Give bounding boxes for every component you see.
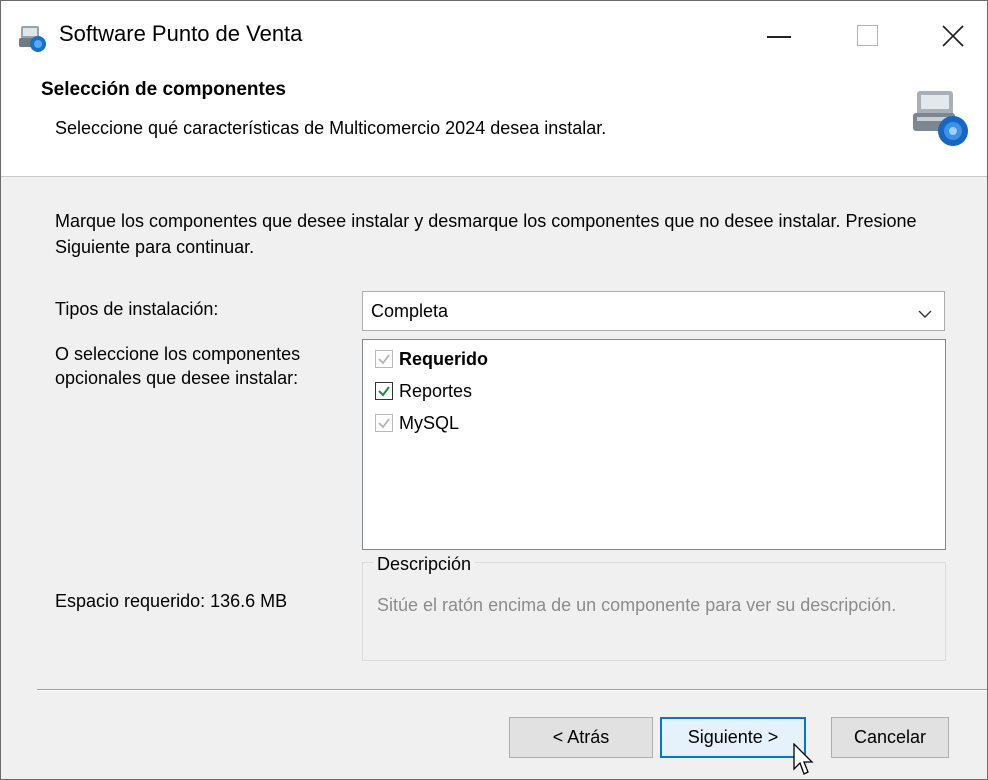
description-group: Descripción Sitúe el ratón encima de un …	[362, 554, 946, 661]
back-button[interactable]: < Atrás	[509, 717, 653, 758]
component-mysql: MySQL	[375, 410, 459, 436]
install-types-label: Tipos de instalación:	[55, 299, 219, 319]
checkmark-icon	[378, 386, 390, 397]
app-icon	[17, 23, 47, 53]
page-title: Selección de componentes	[41, 79, 286, 100]
checkmark-icon	[378, 354, 390, 365]
window-title: Software Punto de Venta	[59, 21, 303, 46]
title-bar[interactable]: Software Punto de Venta	[1, 1, 987, 71]
page-header: Selección de componentes Seleccione qué …	[1, 71, 987, 177]
description-legend: Descripción	[373, 554, 476, 575]
installer-window: Software Punto de Venta Selección de com…	[0, 0, 988, 780]
checkmark-icon	[378, 418, 390, 429]
maximize-button[interactable]	[833, 1, 903, 71]
mouse-cursor-icon	[793, 742, 815, 779]
checkbox-requerido	[375, 350, 393, 368]
next-button[interactable]: Siguiente >	[660, 717, 806, 758]
page-subtitle: Seleccione qué características de Multic…	[55, 118, 607, 138]
component-reportes[interactable]: Reportes	[375, 378, 472, 404]
footer-divider	[37, 689, 987, 690]
components-label: O seleccione los componentes opcionales …	[55, 344, 301, 388]
space-required: Espacio requerido: 136.6 MB	[55, 591, 288, 611]
intro-text: Marque los componentes que desee instala…	[55, 211, 917, 257]
component-label: Requerido	[399, 348, 489, 369]
close-icon	[942, 25, 964, 47]
install-type-value: Completa	[371, 301, 449, 321]
checkbox-reportes[interactable]	[375, 382, 393, 400]
cancel-button[interactable]: Cancelar	[831, 717, 949, 758]
installer-icon	[909, 85, 971, 149]
components-list[interactable]: Requerido Reportes MySQL	[362, 339, 946, 550]
install-type-select[interactable]: Completa	[362, 291, 945, 331]
minimize-button[interactable]	[747, 1, 817, 71]
description-text: Sitúe el ratón encima de un componente p…	[377, 595, 897, 615]
checkbox-mysql	[375, 414, 393, 432]
chevron-down-icon	[918, 306, 932, 324]
component-label: MySQL	[399, 412, 460, 433]
component-label: Reportes	[399, 380, 473, 401]
close-button[interactable]	[919, 1, 987, 71]
component-requerido: Requerido	[375, 346, 488, 372]
